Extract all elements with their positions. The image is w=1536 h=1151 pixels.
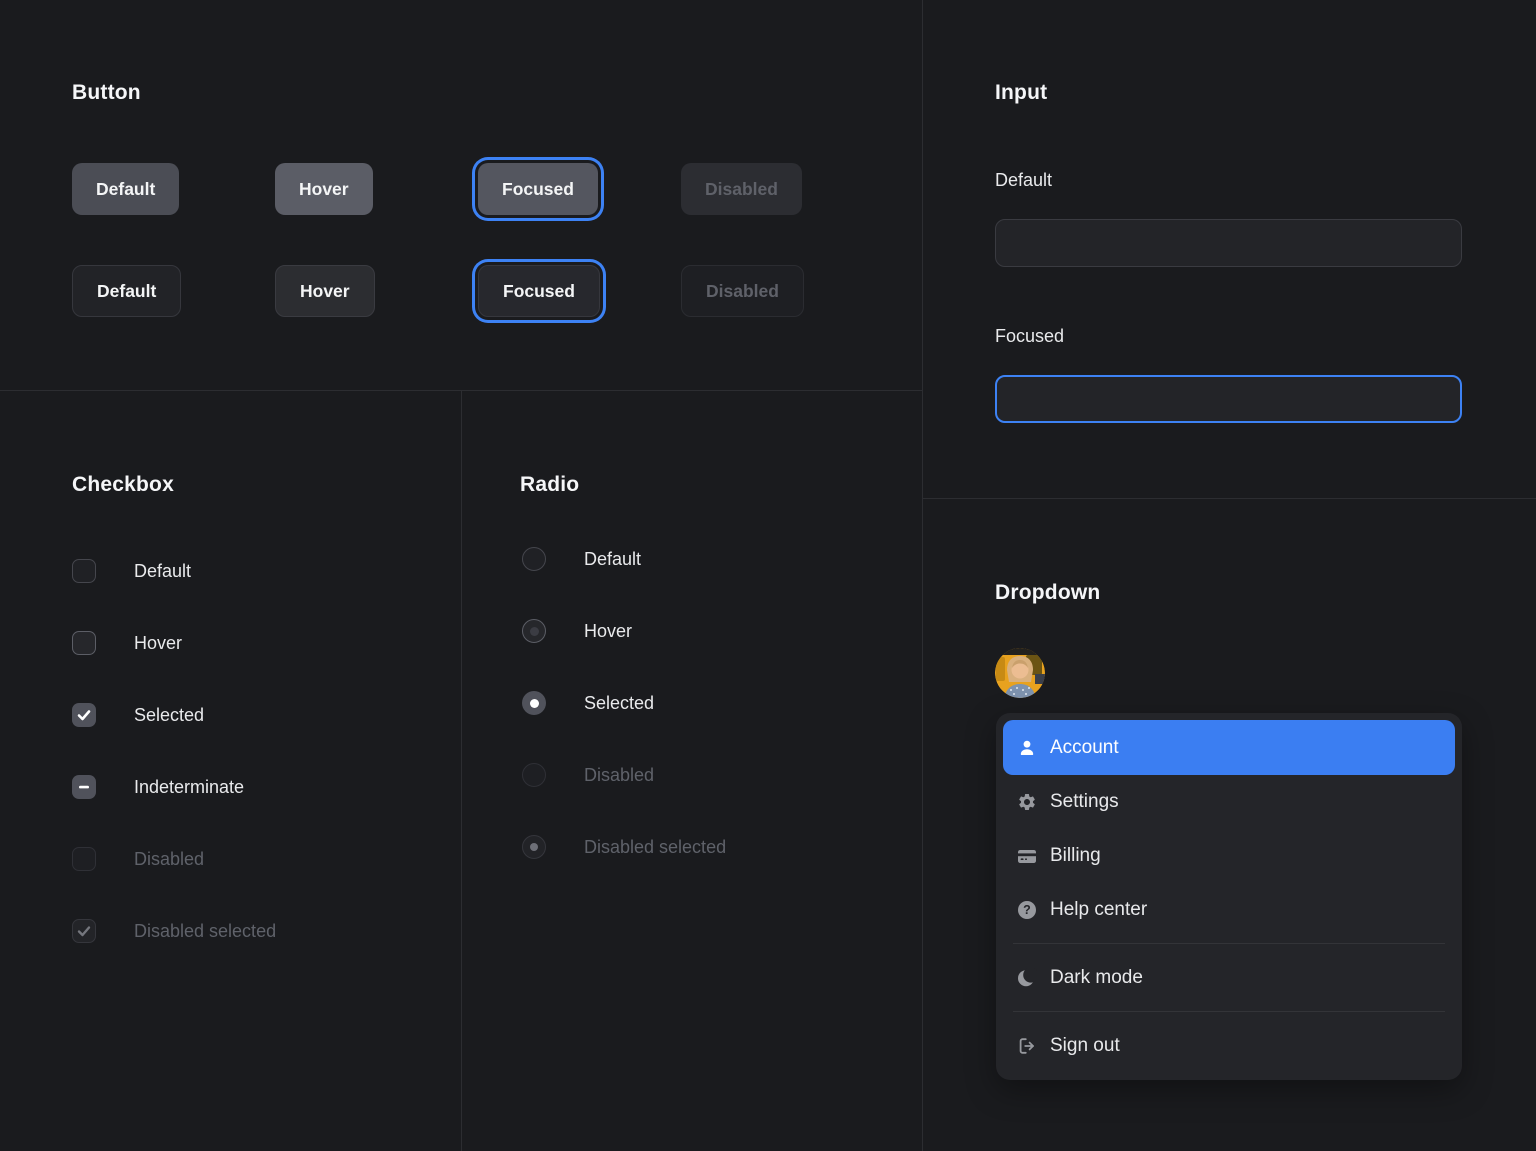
radio-hover-label: Hover [584, 619, 632, 643]
button-subtle-hover[interactable]: Hover [275, 265, 375, 317]
input-default-label: Default [995, 169, 1052, 191]
check-icon [76, 707, 92, 723]
checkbox-row-indeterminate[interactable]: Indeterminate [72, 775, 244, 799]
checkbox-indeterminate[interactable] [72, 775, 96, 799]
menu-item-label: Help center [1050, 900, 1147, 920]
input-default-field[interactable] [995, 219, 1462, 267]
menu-item-label: Billing [1050, 846, 1101, 866]
radio-selected[interactable] [522, 691, 546, 715]
checkbox-disabled-selected-label: Disabled selected [134, 919, 276, 943]
radio-dot [530, 843, 538, 851]
button-solid-disabled: Disabled [681, 163, 802, 215]
menu-item-account[interactable]: Account [1003, 720, 1455, 775]
checkbox-row-hover[interactable]: Hover [72, 631, 182, 655]
radio-dot [530, 699, 539, 708]
svg-text:?: ? [1023, 903, 1031, 917]
menu-item-settings[interactable]: Settings [996, 775, 1462, 829]
gear-icon [1017, 792, 1037, 812]
radio-disabled-label: Disabled [584, 763, 654, 787]
menu-divider [1013, 1011, 1445, 1012]
input-focused-label: Focused [995, 325, 1064, 347]
question-mark-icon: ? [1017, 900, 1037, 920]
divider-main-vertical [922, 0, 923, 1151]
radio-disabled-selected-label: Disabled selected [584, 835, 726, 859]
checkbox-selected[interactable] [72, 703, 96, 727]
button-subtle-default[interactable]: Default [72, 265, 181, 317]
credit-card-icon [1017, 846, 1037, 866]
radio-row-hover[interactable]: Hover [522, 619, 632, 643]
checkbox-row-disabled: Disabled [72, 847, 204, 871]
divider-right-horizontal [922, 498, 1536, 499]
button-solid-focused[interactable]: Focused [478, 163, 598, 215]
radio-disabled [522, 763, 546, 787]
dropdown-menu: Account Settings Billing ? Help c [996, 713, 1462, 1080]
checkbox-row-default[interactable]: Default [72, 559, 191, 583]
radio-row-selected[interactable]: Selected [522, 691, 654, 715]
menu-item-label: Sign out [1050, 1036, 1120, 1056]
menu-item-label: Account [1050, 738, 1119, 758]
button-solid-default[interactable]: Default [72, 163, 179, 215]
menu-item-help-center[interactable]: ? Help center [996, 883, 1462, 937]
menu-item-label: Settings [1050, 792, 1119, 812]
divider-checkbox-radio-vertical [461, 390, 462, 1151]
user-icon [1017, 738, 1037, 758]
radio-row-disabled-selected: Disabled selected [522, 835, 726, 859]
radio-row-default[interactable]: Default [522, 547, 641, 571]
checkbox-row-selected[interactable]: Selected [72, 703, 204, 727]
input-section-title: Input [995, 81, 1047, 105]
checkbox-section-title: Checkbox [72, 473, 174, 497]
menu-item-dark-mode[interactable]: Dark mode [996, 951, 1462, 1005]
menu-item-label: Dark mode [1050, 968, 1143, 988]
radio-dot [530, 627, 539, 636]
dropdown-section-title: Dropdown [995, 581, 1100, 605]
button-subtle-disabled: Disabled [681, 265, 804, 317]
radio-selected-label: Selected [584, 691, 654, 715]
button-section-title: Button [72, 81, 141, 105]
checkbox-hover-label: Hover [134, 631, 182, 655]
user-avatar[interactable] [995, 648, 1045, 698]
radio-row-disabled: Disabled [522, 763, 654, 787]
checkbox-indeterminate-label: Indeterminate [134, 775, 244, 799]
radio-default[interactable] [522, 547, 546, 571]
radio-disabled-selected [522, 835, 546, 859]
menu-item-billing[interactable]: Billing [996, 829, 1462, 883]
menu-divider [1013, 943, 1445, 944]
checkbox-disabled-label: Disabled [134, 847, 204, 871]
moon-icon [1017, 968, 1037, 988]
checkbox-hover[interactable] [72, 631, 96, 655]
checkbox-default[interactable] [72, 559, 96, 583]
radio-section-title: Radio [520, 473, 579, 497]
radio-default-label: Default [584, 547, 641, 571]
avatar-photo [995, 648, 1045, 698]
button-solid-hover[interactable]: Hover [275, 163, 373, 215]
checkbox-default-label: Default [134, 559, 191, 583]
button-subtle-focused[interactable]: Focused [478, 265, 600, 317]
checkbox-disabled [72, 847, 96, 871]
menu-item-sign-out[interactable]: Sign out [996, 1019, 1462, 1073]
checkbox-selected-label: Selected [134, 703, 204, 727]
checkbox-disabled-selected [72, 919, 96, 943]
checkbox-row-disabled-selected: Disabled selected [72, 919, 276, 943]
input-focused-field[interactable] [995, 375, 1462, 423]
radio-hover[interactable] [522, 619, 546, 643]
indeterminate-dash-icon [76, 779, 92, 795]
sign-out-icon [1017, 1036, 1037, 1056]
check-icon [76, 923, 92, 939]
